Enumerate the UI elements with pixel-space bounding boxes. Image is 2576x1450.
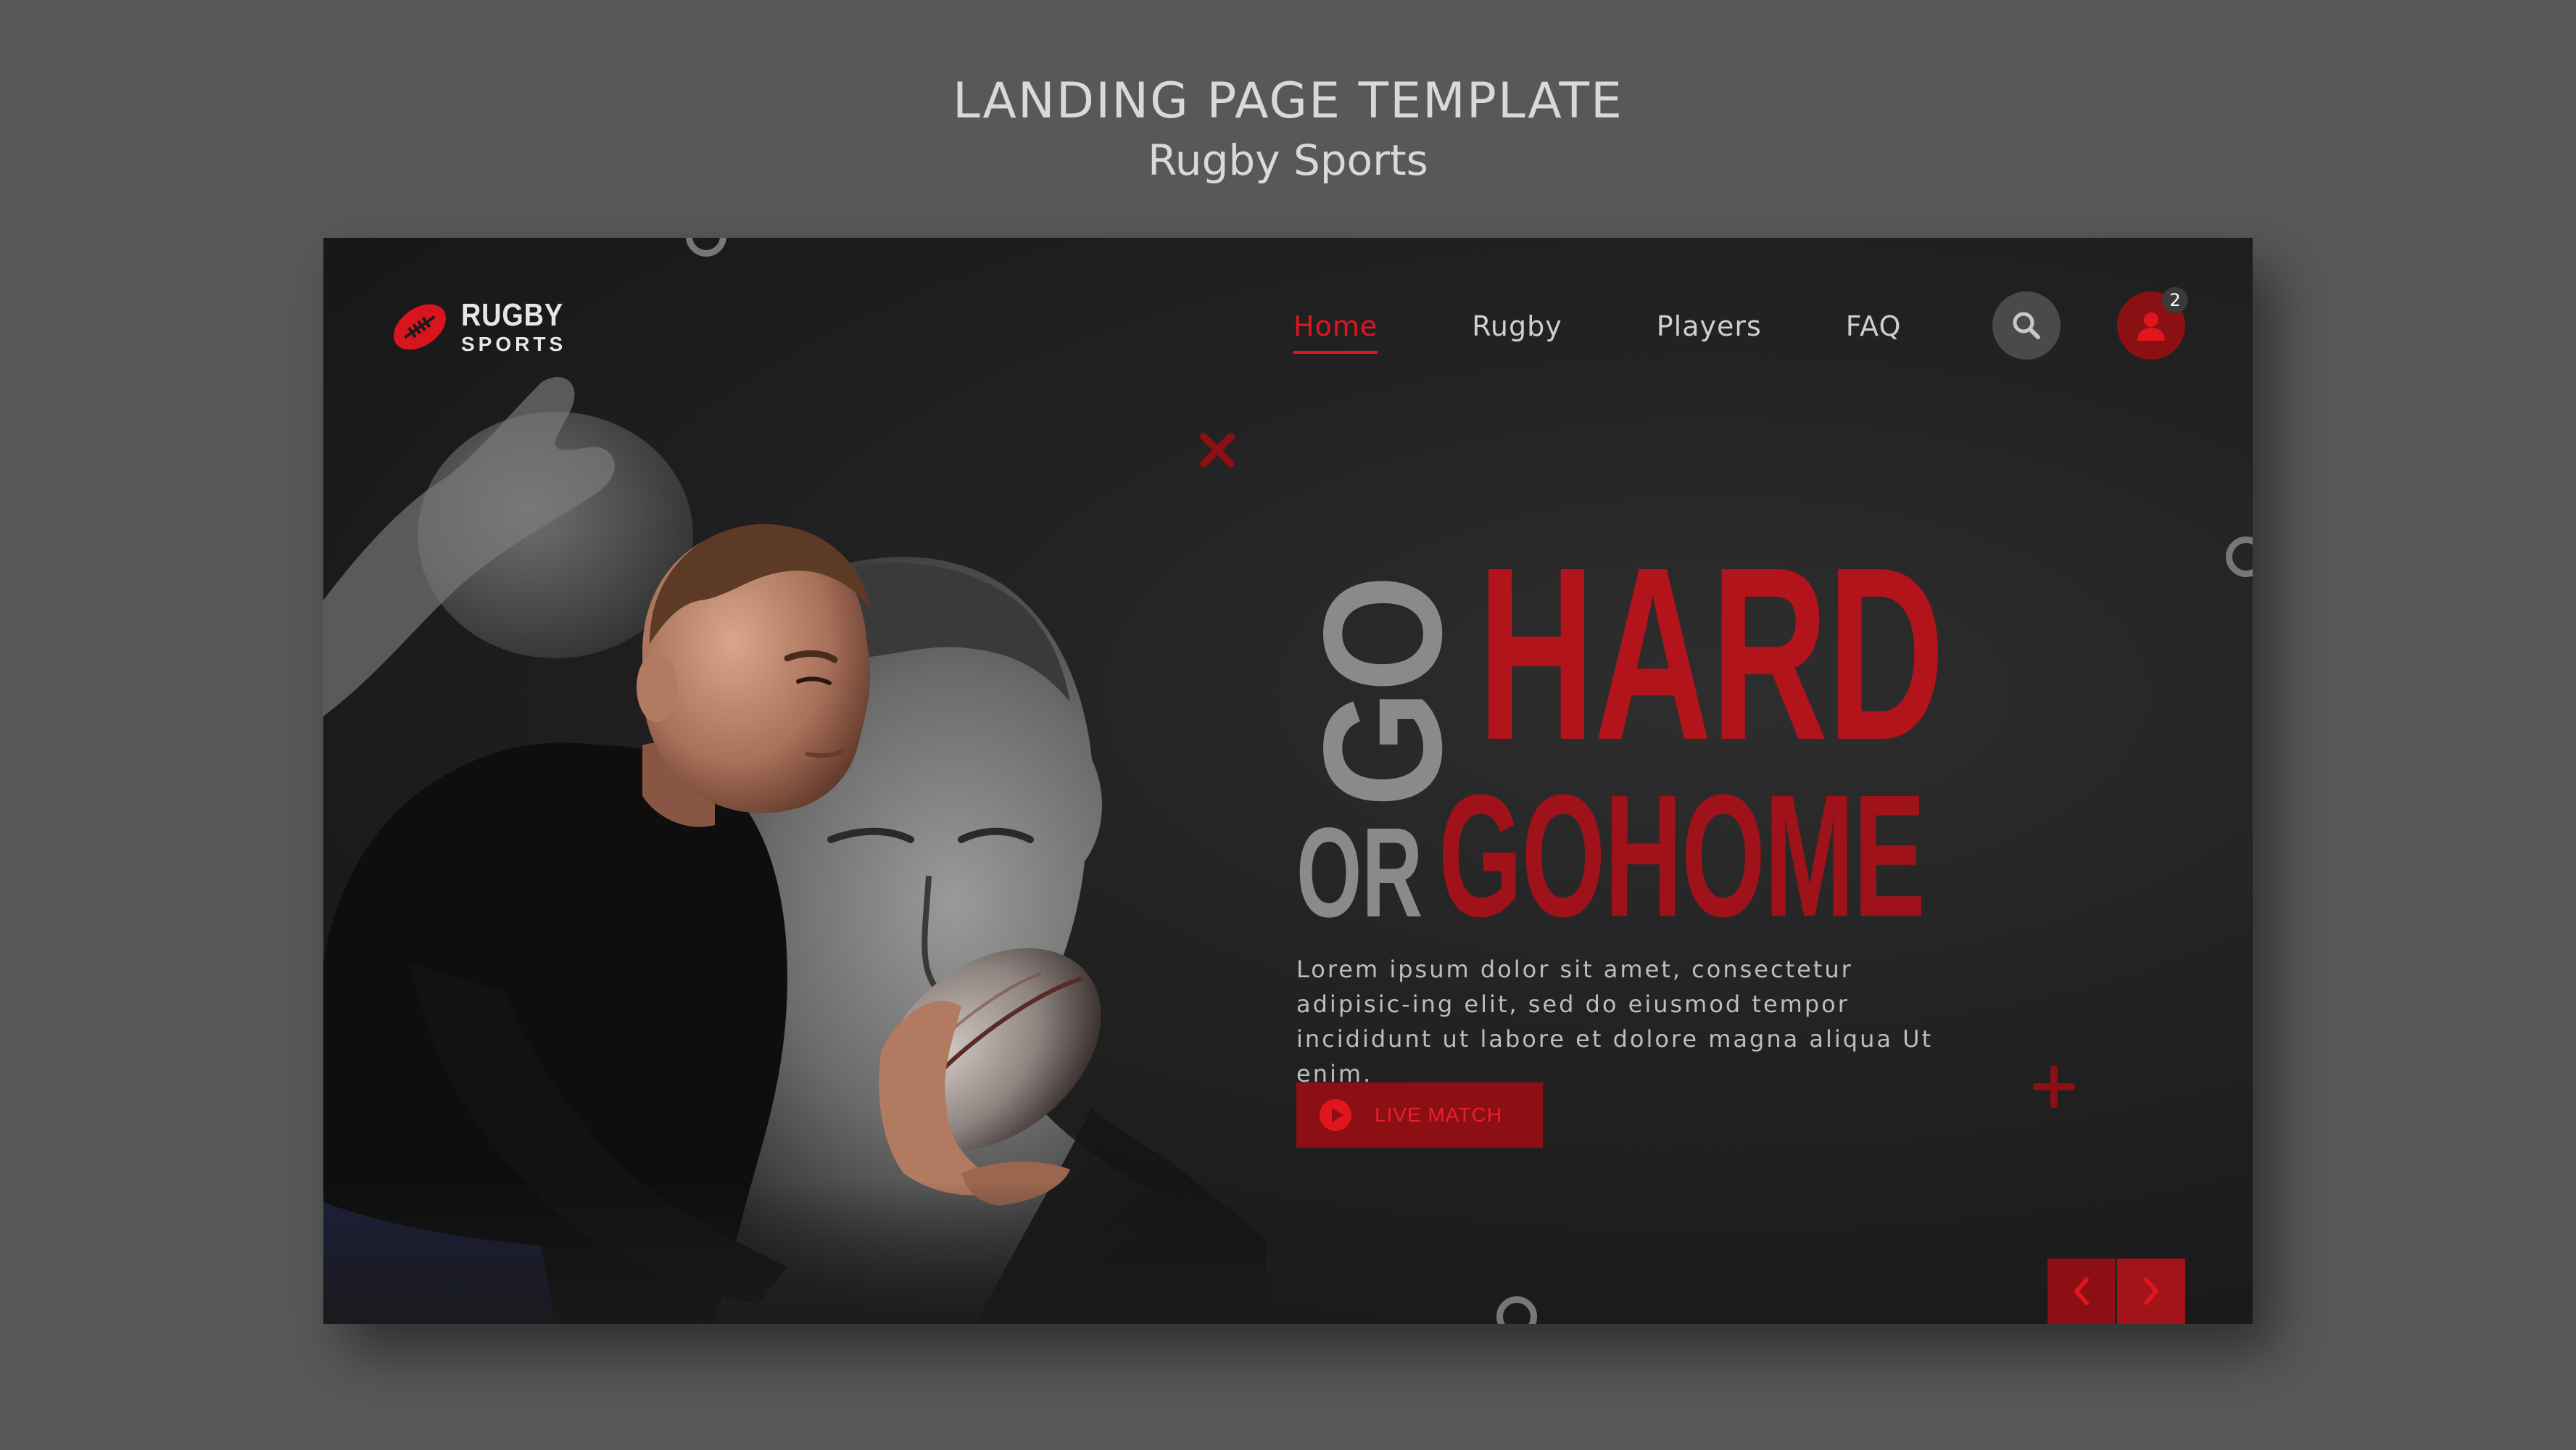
brand-wordmark: RUGBY SPORTS xyxy=(461,299,580,355)
showcase-title: LANDING PAGE TEMPLATE xyxy=(952,72,1624,130)
hero-body-text: Lorem ipsum dolor sit amet, consectetur … xyxy=(1296,956,1934,1088)
decorative-ring-bottom xyxy=(1496,1296,1537,1324)
showcase-heading: LANDING PAGE TEMPLATE Rugby Sports xyxy=(0,72,2576,185)
previous-slide-button[interactable] xyxy=(2047,1259,2116,1324)
brand-tagline: SPORTS xyxy=(461,333,567,355)
user-account-button[interactable]: 2 xyxy=(2117,287,2188,360)
nav-item-players[interactable]: Players xyxy=(1657,310,1762,342)
decorative-ring-right xyxy=(2226,536,2253,577)
notification-badge: 2 xyxy=(2162,287,2188,313)
headline-gohome: GOHOME xyxy=(1438,758,1926,953)
chevron-right-icon xyxy=(2144,1277,2158,1305)
next-slide-button[interactable] xyxy=(2117,1259,2185,1324)
decorative-cross-icon xyxy=(1200,433,1235,468)
main-nav: Home Rugby Players FAQ xyxy=(1293,304,1902,354)
showcase-subtitle: Rugby Sports xyxy=(1148,136,1428,185)
live-match-label: LIVE MATCH xyxy=(1375,1103,1502,1126)
chevron-left-icon xyxy=(2074,1277,2089,1305)
headline-hard: HARD xyxy=(1478,516,1945,792)
headline-or: OR xyxy=(1296,802,1423,944)
landing-page-frame: RUGBY SPORTS Home Rugby Players FAQ 2 GO… xyxy=(323,238,2253,1324)
nav-item-home[interactable]: Home xyxy=(1293,310,1378,354)
search-button[interactable] xyxy=(1992,291,2061,360)
live-match-button[interactable]: LIVE MATCH xyxy=(1296,1082,1543,1148)
hero-player-image xyxy=(323,377,1266,1324)
nav-item-faq[interactable]: FAQ xyxy=(1846,310,1902,342)
user-icon xyxy=(2137,312,2165,341)
search-icon xyxy=(2013,312,2040,339)
brand-logo[interactable]: RUGBY SPORTS xyxy=(389,296,580,358)
brand-name: RUGBY xyxy=(461,297,563,333)
play-icon xyxy=(1320,1099,1351,1131)
rugby-ball-icon xyxy=(393,304,447,350)
slider-pager xyxy=(2047,1259,2185,1324)
nav-item-rugby[interactable]: Rugby xyxy=(1472,310,1562,342)
